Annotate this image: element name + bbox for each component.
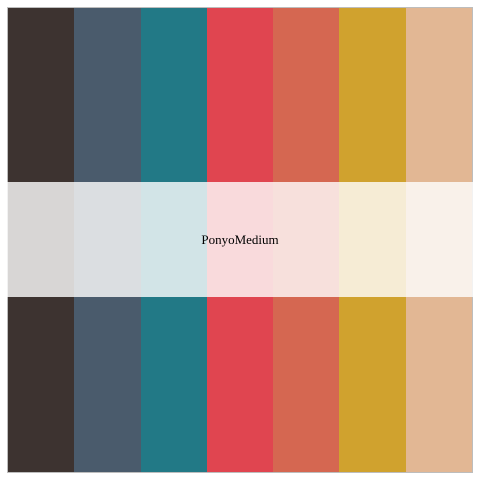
palette-name: PonyoMedium: [201, 232, 279, 247]
palette-canvas: PonyoMedium: [0, 0, 480, 480]
